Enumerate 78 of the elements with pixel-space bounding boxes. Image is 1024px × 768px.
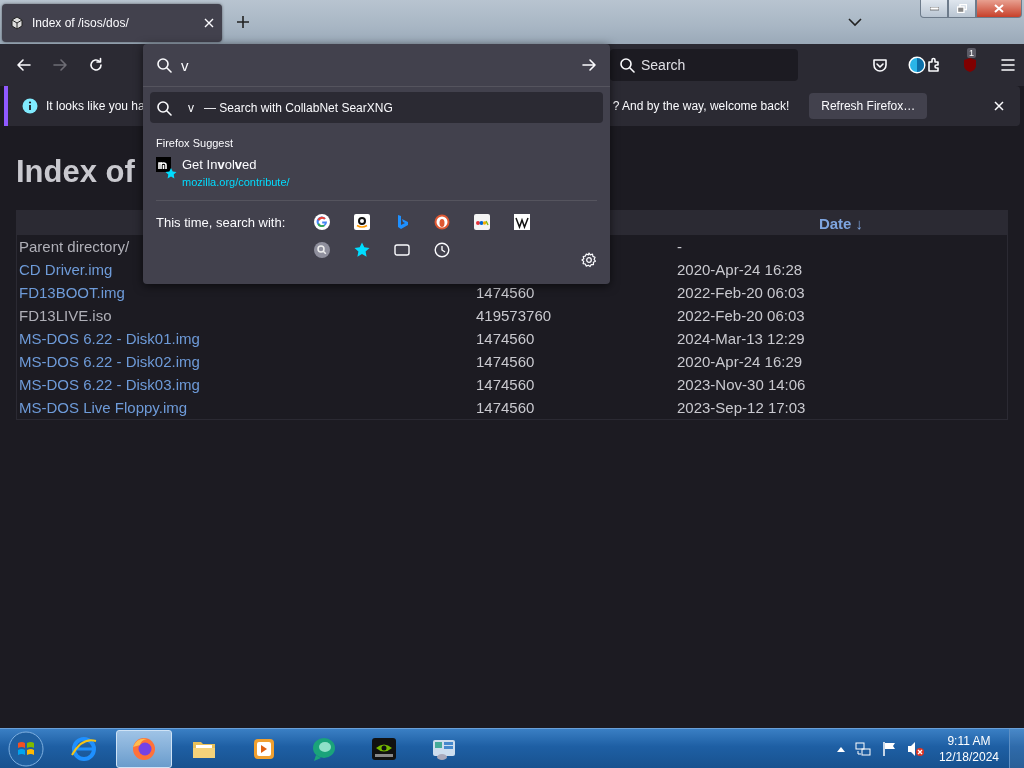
table-cell-text: 2022-Feb-20 06:03 — [676, 284, 806, 301]
puzzle-icon[interactable] — [926, 57, 942, 73]
pocket-icon[interactable] — [872, 57, 888, 73]
reload-icon[interactable] — [88, 57, 104, 73]
file-link[interactable]: MS-DOS 6.22 - Disk03.img — [17, 376, 474, 393]
search-icon — [619, 57, 635, 73]
tab-title: Index of /isos/dos/ — [32, 16, 130, 30]
engines-label: This time, search with: — [156, 214, 287, 232]
table-cell-text: 2022-Feb-20 06:03 — [676, 307, 806, 324]
search-suggestion[interactable]: v — Search with CollabNet SearXNG — [150, 92, 603, 123]
restore-icon — [957, 4, 967, 13]
search-icon — [156, 99, 172, 116]
notification-text: ? And by the way, welcome back! — [612, 99, 790, 113]
file-link[interactable]: MS-DOS 6.22 - Disk01.img — [17, 330, 474, 347]
taskbar-button[interactable] — [116, 729, 172, 768]
clock-icon[interactable] — [434, 242, 450, 258]
start-button[interactable] — [8, 730, 44, 767]
google-icon[interactable] — [314, 214, 330, 230]
duck-icon[interactable] — [434, 214, 450, 230]
up-arrow-icon[interactable] — [836, 745, 845, 752]
table-cell-text: 1474560 — [475, 376, 536, 393]
forward-icon[interactable] — [52, 57, 68, 73]
refresh-button[interactable]: Refresh Firefox… — [809, 93, 928, 119]
table-cell-text: 2020-Apr-24 16:28 — [676, 261, 804, 278]
close-icon — [994, 4, 1004, 13]
info-icon — [22, 98, 38, 114]
table-cell-text: 2023-Sep-12 17:03 — [676, 399, 807, 416]
account-icon[interactable] — [908, 56, 926, 74]
page-heading: Index of — [16, 154, 135, 190]
search-field[interactable]: Search — [610, 49, 798, 81]
search-icon[interactable] — [314, 242, 330, 258]
query-text: v — [188, 100, 194, 115]
close-icon[interactable] — [204, 18, 214, 28]
badge: 1 — [967, 48, 976, 58]
flag-icon[interactable] — [880, 740, 897, 757]
url-field[interactable]: v — [143, 44, 610, 86]
table-cell-text: 1474560 — [475, 330, 536, 347]
close-button[interactable] — [976, 0, 1022, 18]
bookmark-site-icon — [156, 157, 178, 179]
minimize-button[interactable] — [920, 0, 948, 18]
back-icon[interactable] — [16, 57, 32, 73]
restore-button[interactable] — [948, 0, 976, 18]
search-icon — [156, 57, 172, 73]
table-cell-text: 1474560 — [475, 284, 536, 301]
clock-date: 12/18/2024 — [938, 748, 999, 765]
tab-icon[interactable] — [394, 242, 410, 258]
section-title: Firefox Suggest — [156, 137, 235, 149]
search-label: — Search with CollabNet SearXNG — [204, 100, 393, 115]
minimize-icon — [929, 6, 939, 11]
browser-tab[interactable]: Index of /isos/dos/ — [2, 4, 222, 42]
network-icon[interactable] — [854, 740, 871, 757]
globe-icon — [70, 734, 98, 763]
suggestion-title[interactable]: Get Involved — [182, 157, 290, 172]
table-cell-text: 2020-Apr-24 16:29 — [676, 353, 804, 370]
table-cell-text: 1474560 — [475, 353, 536, 370]
file-link[interactable]: MS-DOS 6.22 - Disk02.img — [17, 353, 474, 370]
clock-time: 9:11 AM — [947, 732, 991, 749]
shopping-icon[interactable] — [474, 214, 490, 230]
column-header[interactable]: Date ↓ — [675, 214, 1007, 232]
page-icon — [10, 16, 24, 30]
new-tab-icon[interactable] — [236, 15, 250, 29]
suggestion-url[interactable]: mozilla.org/contribute/ — [182, 176, 290, 188]
table-cell-text: 2023-Nov-30 14:06 — [676, 376, 807, 393]
settings-icon[interactable] — [581, 252, 597, 268]
file-link[interactable]: FD13BOOT.img — [17, 284, 474, 301]
chevron-down-icon[interactable] — [848, 17, 862, 27]
table-cell-text: 2024-Mar-13 12:29 — [676, 330, 806, 347]
close-icon[interactable] — [994, 101, 1004, 111]
mute-icon[interactable] — [906, 740, 925, 757]
menu-icon[interactable] — [1000, 57, 1016, 73]
table-cell-text: 419573760 — [475, 307, 553, 324]
go-arrow-icon[interactable] — [581, 57, 597, 73]
file-link[interactable]: FD13LIVE.iso — [17, 307, 474, 324]
encyclopedia-icon[interactable] — [514, 214, 530, 230]
table-cell-text: - — [676, 238, 683, 255]
file-link[interactable]: MS-DOS Live Floppy.img — [17, 399, 474, 416]
table-cell-text: 1474560 — [475, 399, 536, 416]
star-icon[interactable] — [354, 242, 370, 258]
